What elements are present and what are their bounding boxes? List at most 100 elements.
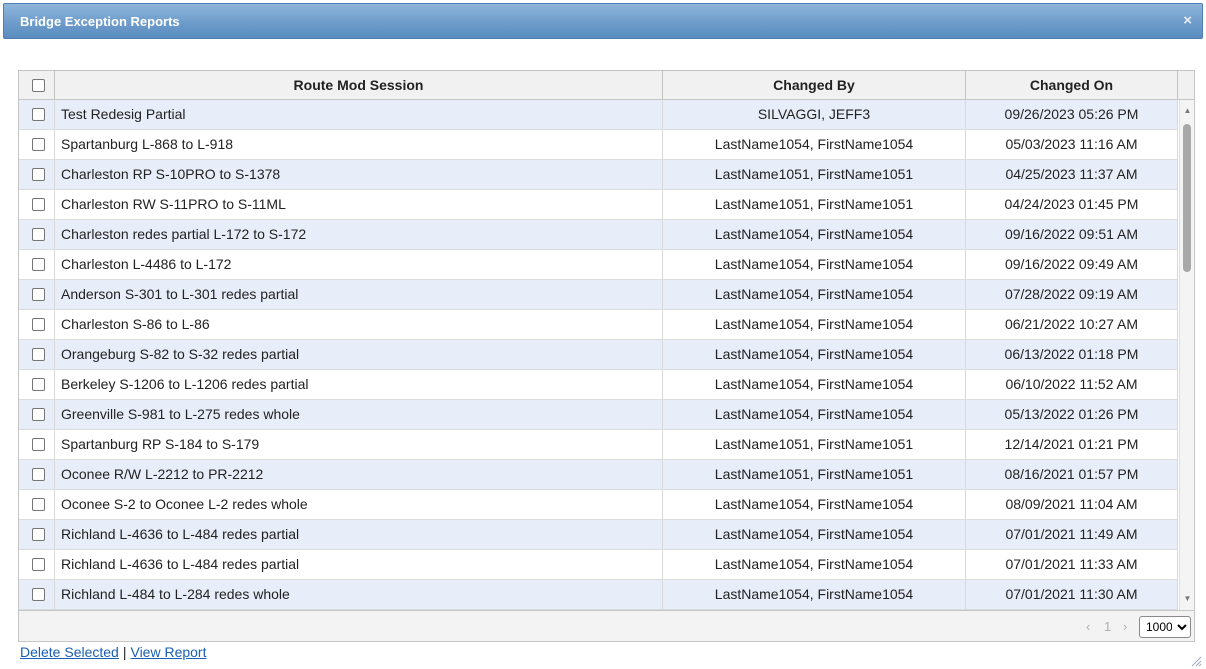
row-checkbox-cell bbox=[19, 520, 55, 549]
table-row[interactable]: Richland L-4636 to L-484 redes partial La… bbox=[19, 520, 1178, 550]
scroll-down-arrow-icon[interactable]: ▼ bbox=[1180, 592, 1195, 606]
table-row[interactable]: Charleston RW S-11PRO to S-11ML LastName1… bbox=[19, 190, 1178, 220]
row-checkbox[interactable] bbox=[32, 468, 45, 481]
row-checkbox[interactable] bbox=[32, 438, 45, 451]
row-checkbox-cell bbox=[19, 130, 55, 159]
row-checkbox-cell bbox=[19, 490, 55, 519]
row-checkbox[interactable] bbox=[32, 228, 45, 241]
changed-by-cell: LastName1054, FirstName1054 bbox=[663, 580, 966, 609]
row-checkbox[interactable] bbox=[32, 528, 45, 541]
grid-pager: ‹ 1 › 1000 bbox=[19, 610, 1194, 641]
row-checkbox[interactable] bbox=[32, 198, 45, 211]
route-mod-session-cell: Berkeley S-1206 to L-1206 redes partial bbox=[55, 370, 663, 399]
close-icon[interactable]: × bbox=[1183, 12, 1192, 29]
dialog-title: Bridge Exception Reports bbox=[20, 14, 180, 29]
route-mod-session-cell: Anderson S-301 to L-301 redes partial bbox=[55, 280, 663, 309]
changed-on-cell: 06/13/2022 01:18 PM bbox=[966, 340, 1178, 369]
route-mod-session-cell: Charleston RW S-11PRO to S-11ML bbox=[55, 190, 663, 219]
action-links: Delete Selected | View Report bbox=[20, 644, 207, 660]
row-checkbox-cell bbox=[19, 160, 55, 189]
view-report-link[interactable]: View Report bbox=[130, 644, 206, 660]
table-row[interactable]: Richland L-4636 to L-484 redes partial La… bbox=[19, 550, 1178, 580]
table-row[interactable]: Charleston S-86 to L-86 LastName1054, Fir… bbox=[19, 310, 1178, 340]
row-checkbox-cell bbox=[19, 220, 55, 249]
row-checkbox[interactable] bbox=[32, 138, 45, 151]
row-checkbox[interactable] bbox=[32, 498, 45, 511]
row-checkbox[interactable] bbox=[32, 348, 45, 361]
changed-by-cell: SILVAGGI, JEFF3 bbox=[663, 100, 966, 129]
changed-by-cell: LastName1051, FirstName1051 bbox=[663, 460, 966, 489]
changed-by-cell: LastName1054, FirstName1054 bbox=[663, 220, 966, 249]
row-checkbox-cell bbox=[19, 580, 55, 609]
scrollbar-thumb[interactable] bbox=[1183, 124, 1191, 272]
changed-by-cell: LastName1051, FirstName1051 bbox=[663, 190, 966, 219]
changed-on-cell: 09/26/2023 05:26 PM bbox=[966, 100, 1178, 129]
row-checkbox[interactable] bbox=[32, 108, 45, 121]
table-row[interactable]: Berkeley S-1206 to L-1206 redes partial L… bbox=[19, 370, 1178, 400]
table-row[interactable]: Charleston RP S-10PRO to S-1378 LastName1… bbox=[19, 160, 1178, 190]
changed-by-cell: LastName1054, FirstName1054 bbox=[663, 400, 966, 429]
row-checkbox[interactable] bbox=[32, 378, 45, 391]
changed-on-cell: 08/16/2021 01:57 PM bbox=[966, 460, 1178, 489]
select-all-checkbox[interactable] bbox=[32, 79, 45, 92]
changed-by-cell: LastName1054, FirstName1054 bbox=[663, 130, 966, 159]
row-checkbox-cell bbox=[19, 310, 55, 339]
previous-page-icon[interactable]: ‹ bbox=[1086, 619, 1090, 634]
resize-grip-icon[interactable] bbox=[1190, 655, 1202, 667]
row-checkbox[interactable] bbox=[32, 558, 45, 571]
changed-by-cell: LastName1054, FirstName1054 bbox=[663, 490, 966, 519]
column-header-changed-on[interactable]: Changed On bbox=[966, 71, 1178, 99]
row-checkbox[interactable] bbox=[32, 318, 45, 331]
changed-by-cell: LastName1054, FirstName1054 bbox=[663, 370, 966, 399]
table-row[interactable]: Oconee S-2 to Oconee L-2 redes whole Last… bbox=[19, 490, 1178, 520]
column-header-changed-by[interactable]: Changed By bbox=[663, 71, 966, 99]
changed-on-cell: 07/28/2022 09:19 AM bbox=[966, 280, 1178, 309]
row-checkbox[interactable] bbox=[32, 288, 45, 301]
table-row[interactable]: Charleston redes partial L-172 to S-172 L… bbox=[19, 220, 1178, 250]
table-row[interactable]: Spartanburg L-868 to L-918 LastName1054, … bbox=[19, 130, 1178, 160]
changed-on-cell: 04/25/2023 11:37 AM bbox=[966, 160, 1178, 189]
scroll-up-arrow-icon[interactable]: ▲ bbox=[1180, 104, 1195, 118]
changed-on-cell: 05/03/2023 11:16 AM bbox=[966, 130, 1178, 159]
table-row[interactable]: Orangeburg S-82 to S-32 redes partial Las… bbox=[19, 340, 1178, 370]
row-checkbox-cell bbox=[19, 100, 55, 129]
route-mod-session-cell: Orangeburg S-82 to S-32 redes partial bbox=[55, 340, 663, 369]
changed-by-cell: LastName1054, FirstName1054 bbox=[663, 520, 966, 549]
route-mod-session-cell: Spartanburg RP S-184 to S-179 bbox=[55, 430, 663, 459]
route-mod-session-cell: Charleston S-86 to L-86 bbox=[55, 310, 663, 339]
changed-by-cell: LastName1054, FirstName1054 bbox=[663, 550, 966, 579]
page-size-select[interactable]: 1000 bbox=[1139, 616, 1191, 638]
table-row[interactable]: Richland L-484 to L-284 redes whole LastN… bbox=[19, 580, 1178, 610]
dialog-title-bar[interactable]: Bridge Exception Reports × bbox=[3, 3, 1203, 39]
route-mod-session-cell: Richland L-4636 to L-484 redes partial bbox=[55, 520, 663, 549]
table-row[interactable]: Charleston L-4486 to L-172 LastName1054, … bbox=[19, 250, 1178, 280]
row-checkbox[interactable] bbox=[32, 258, 45, 271]
table-row[interactable]: Test Redesig Partial SILVAGGI, JEFF3 09/26… bbox=[19, 100, 1178, 130]
delete-selected-link[interactable]: Delete Selected bbox=[20, 644, 119, 660]
changed-by-cell: LastName1054, FirstName1054 bbox=[663, 250, 966, 279]
row-checkbox-cell bbox=[19, 400, 55, 429]
link-separator: | bbox=[122, 644, 127, 660]
changed-on-cell: 07/01/2021 11:49 AM bbox=[966, 520, 1178, 549]
row-checkbox-cell bbox=[19, 190, 55, 219]
changed-on-cell: 09/16/2022 09:49 AM bbox=[966, 250, 1178, 279]
route-mod-session-cell: Greenville S-981 to L-275 redes whole bbox=[55, 400, 663, 429]
route-mod-session-cell: Oconee S-2 to Oconee L-2 redes whole bbox=[55, 490, 663, 519]
changed-on-cell: 09/16/2022 09:51 AM bbox=[966, 220, 1178, 249]
route-mod-session-cell: Richland L-4636 to L-484 redes partial bbox=[55, 550, 663, 579]
row-checkbox[interactable] bbox=[32, 168, 45, 181]
route-mod-session-cell: Richland L-484 to L-284 redes whole bbox=[55, 580, 663, 609]
table-row[interactable]: Spartanburg RP S-184 to S-179 LastName105… bbox=[19, 430, 1178, 460]
table-row[interactable]: Greenville S-981 to L-275 redes whole Las… bbox=[19, 400, 1178, 430]
row-checkbox[interactable] bbox=[32, 408, 45, 421]
table-row[interactable]: Oconee R/W L-2212 to PR-2212 LastName1051… bbox=[19, 460, 1178, 490]
row-checkbox-cell bbox=[19, 250, 55, 279]
changed-on-cell: 07/01/2021 11:33 AM bbox=[966, 550, 1178, 579]
page-number[interactable]: 1 bbox=[1104, 619, 1111, 634]
row-checkbox[interactable] bbox=[32, 588, 45, 601]
column-header-route-mod-session[interactable]: Route Mod Session bbox=[55, 71, 663, 99]
vertical-scrollbar[interactable]: ▲ ▼ bbox=[1179, 100, 1194, 610]
row-checkbox-cell bbox=[19, 430, 55, 459]
next-page-icon[interactable]: › bbox=[1123, 619, 1127, 634]
table-row[interactable]: Anderson S-301 to L-301 redes partial Las… bbox=[19, 280, 1178, 310]
